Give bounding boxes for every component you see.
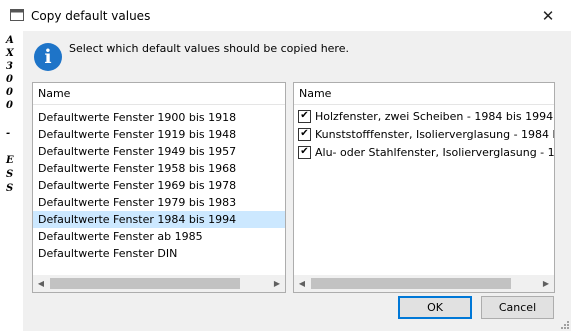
side-char: S <box>6 183 14 194</box>
check-list-item-label: Holzfenster, zwei Scheiben - 1984 bis 19… <box>315 109 554 123</box>
cancel-button[interactable]: Cancel <box>481 296 554 319</box>
close-icon: ✕ <box>541 6 555 25</box>
column-header-name[interactable]: Name <box>33 83 285 105</box>
list-item[interactable]: Defaultwerte Fenster 1958 bis 1968 <box>33 160 285 177</box>
horizontal-scrollbar[interactable]: ◀ ▶ <box>33 275 285 292</box>
close-button[interactable]: ✕ <box>525 0 571 31</box>
info-glyph: i <box>44 46 52 68</box>
list-item[interactable]: Defaultwerte Fenster 1919 bis 1948 <box>33 126 285 143</box>
window-app-icon <box>10 9 24 21</box>
side-char: 0 <box>6 100 13 111</box>
instruction-text: Select which default values should be co… <box>69 42 349 55</box>
side-char: S <box>6 169 14 180</box>
side-char: 0 <box>6 87 13 98</box>
dialog-body: i Select which default values should be … <box>23 31 571 331</box>
check-list-item[interactable]: ✔ Holzfenster, zwei Scheiben - 1984 bis … <box>294 107 554 125</box>
checkbox-checked-icon[interactable]: ✔ <box>298 145 311 159</box>
check-list-item-label: Alu- oder Stahlfenster, Isolierverglasun… <box>315 145 554 159</box>
horizontal-scrollbar[interactable]: ◀ ▶ <box>294 275 554 292</box>
scroll-left-icon[interactable]: ◀ <box>294 275 310 292</box>
list-item[interactable]: Defaultwerte Fenster 1969 bis 1978 <box>33 177 285 194</box>
title-bar: Copy default values ✕ <box>0 0 571 31</box>
check-list-item[interactable]: ✔ Alu- oder Stahlfenster, Isolierverglas… <box>294 143 554 161</box>
resize-grip-icon[interactable] <box>559 319 569 329</box>
scroll-right-icon[interactable]: ▶ <box>269 275 285 292</box>
list-item-selected[interactable]: Defaultwerte Fenster 1984 bis 1994 <box>33 211 285 228</box>
side-char: 0 <box>6 74 13 85</box>
list-item[interactable]: Defaultwerte Fenster 1979 bis 1983 <box>33 194 285 211</box>
check-list-item[interactable]: ✔ Kunststofffenster, Isolierverglasung -… <box>294 125 554 143</box>
side-char: - <box>6 128 11 139</box>
list-item[interactable]: Defaultwerte Fenster ab 1985 <box>33 228 285 245</box>
default-values-list[interactable]: Name Defaultwerte Fenster 1900 bis 1918 … <box>32 82 286 293</box>
copy-target-list[interactable]: Name ✔ Holzfenster, zwei Scheiben - 1984… <box>293 82 555 293</box>
checkbox-checked-icon[interactable]: ✔ <box>298 127 311 141</box>
list-item[interactable]: Defaultwerte Fenster 1949 bis 1957 <box>33 143 285 160</box>
scrollbar-thumb[interactable] <box>50 278 240 289</box>
scroll-right-icon[interactable]: ▶ <box>538 275 554 292</box>
checkbox-checked-icon[interactable]: ✔ <box>298 109 311 123</box>
side-vertical-text: A X 3 0 0 0 - E S S <box>0 31 23 331</box>
list-item[interactable]: Defaultwerte Fenster DIN <box>33 245 285 262</box>
list-item[interactable]: Defaultwerte Fenster 1900 bis 1918 <box>33 109 285 126</box>
side-char: X <box>6 48 14 59</box>
side-char: E <box>6 155 14 166</box>
side-char: 3 <box>6 61 13 72</box>
info-icon: i <box>34 43 62 71</box>
scroll-left-icon[interactable]: ◀ <box>33 275 49 292</box>
side-char: A <box>6 35 14 46</box>
window-title: Copy default values <box>31 9 151 23</box>
check-list-item-label: Kunststofffenster, Isolierverglasung - 1… <box>315 127 554 141</box>
scrollbar-thumb[interactable] <box>311 278 511 289</box>
ok-button[interactable]: OK <box>398 296 472 319</box>
column-header-name[interactable]: Name <box>294 83 554 105</box>
